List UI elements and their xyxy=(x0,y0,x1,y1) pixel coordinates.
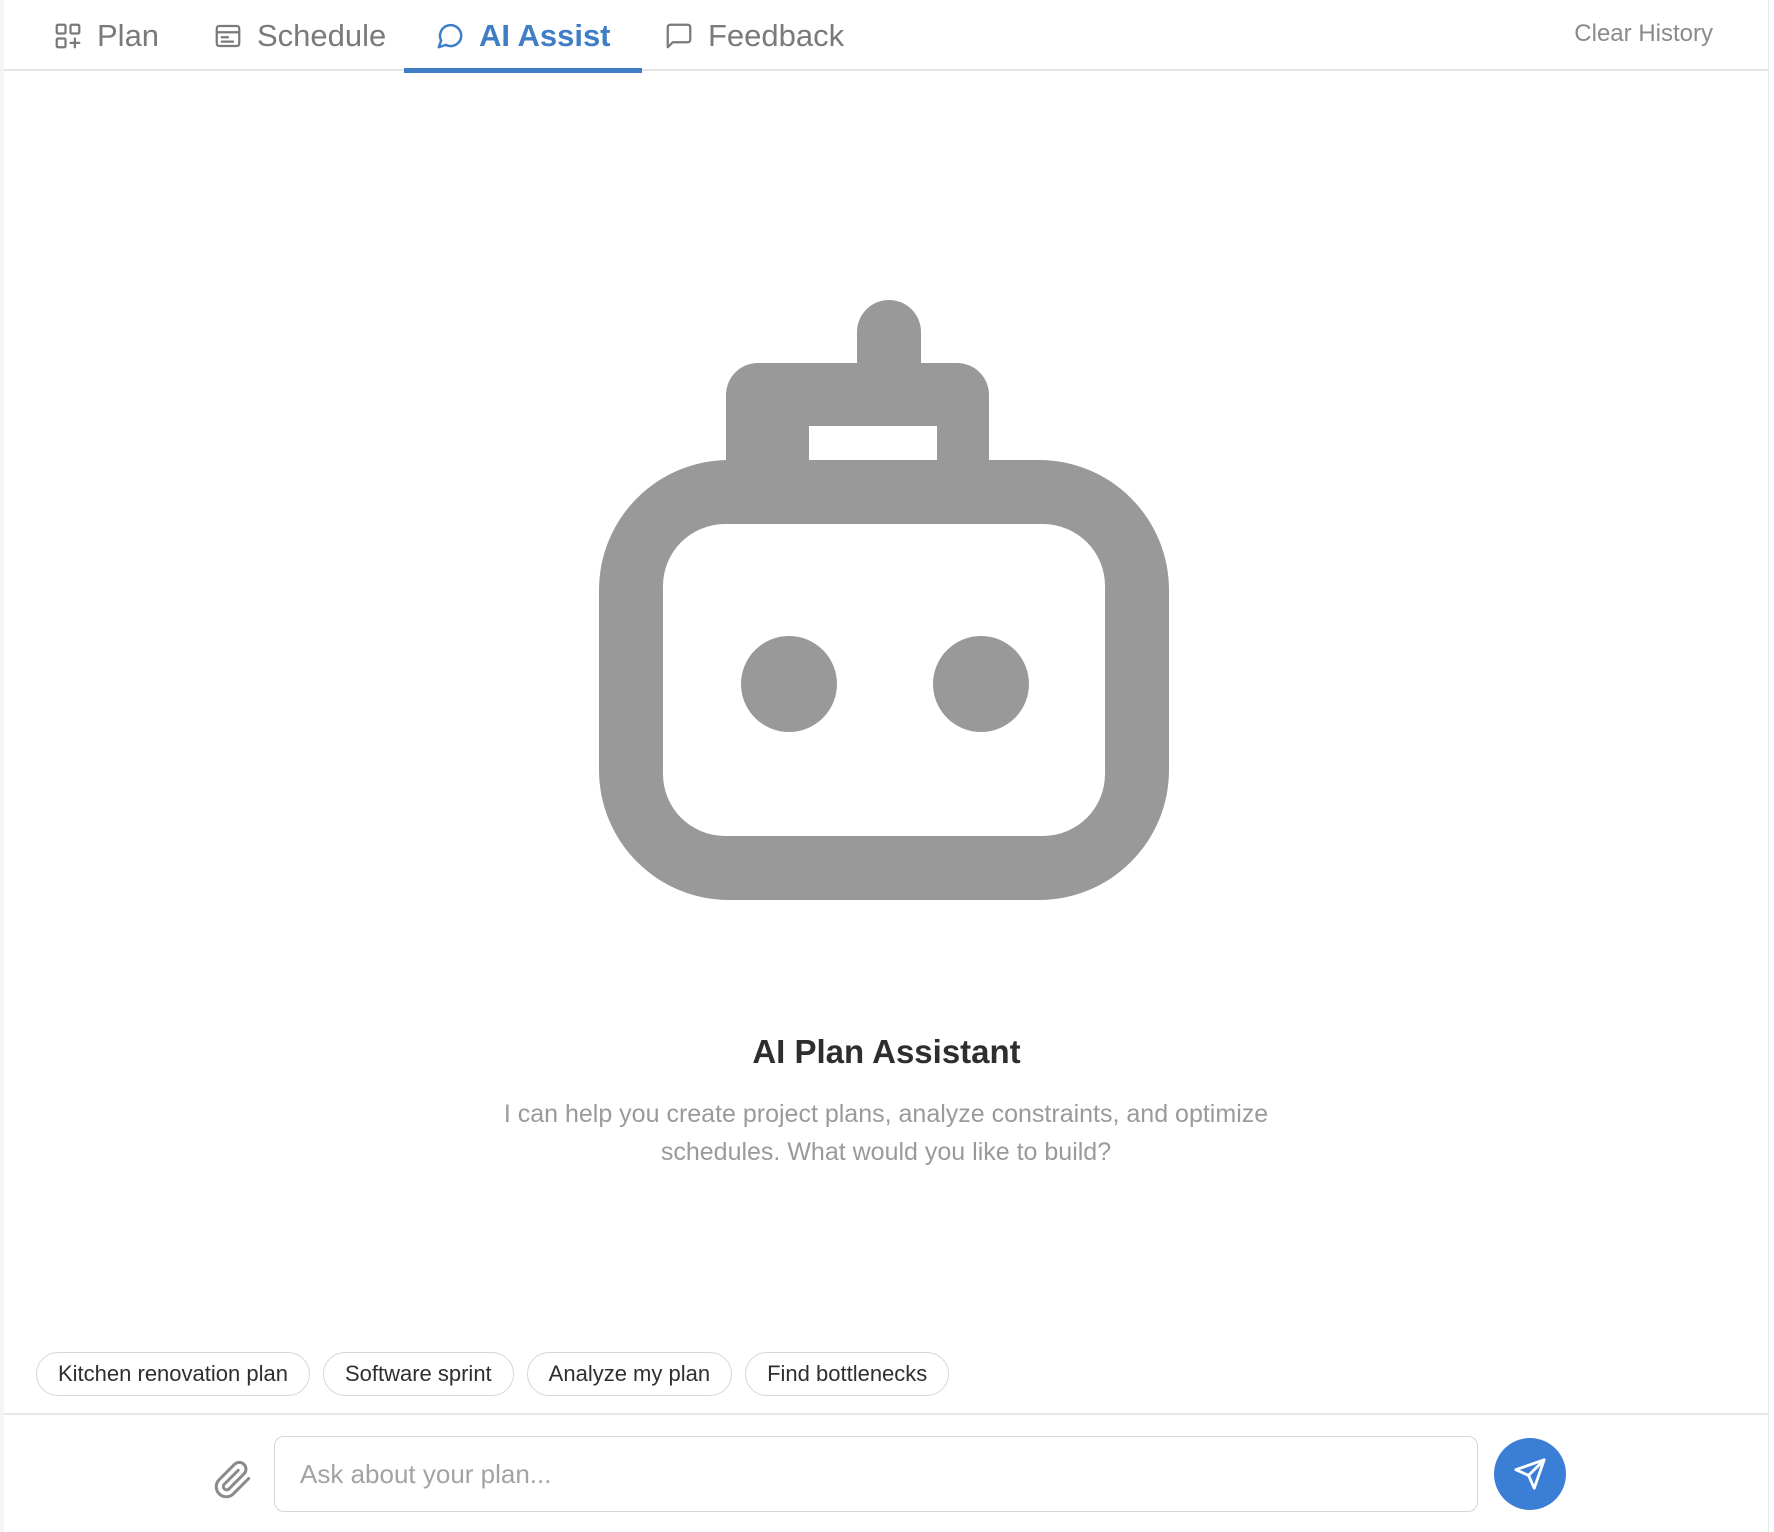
chat-input-placeholder: Ask about your plan... xyxy=(300,1458,552,1489)
tab-bar: Plan Schedule AI Assist Feedback Clear H… xyxy=(4,0,1768,73)
tab-feedback[interactable]: Feedback xyxy=(633,0,875,71)
grid-plus-icon xyxy=(53,21,83,51)
tab-ai-assist[interactable]: AI Assist xyxy=(404,0,642,73)
composer-divider xyxy=(4,1413,1768,1415)
chat-input[interactable]: Ask about your plan... xyxy=(274,1436,1478,1512)
suggestion-chips: Kitchen renovation plan Software sprint … xyxy=(36,1352,950,1396)
tab-schedule[interactable]: Schedule xyxy=(182,0,417,71)
robot-icon xyxy=(599,300,1169,900)
ai-assist-panel: Plan Schedule AI Assist Feedback Clear H… xyxy=(4,0,1769,1532)
suggestion-find-bottlenecks[interactable]: Find bottlenecks xyxy=(745,1352,950,1396)
tab-schedule-label: Schedule xyxy=(257,17,387,53)
tab-plan-label: Plan xyxy=(97,17,160,53)
tab-ai-assist-label: AI Assist xyxy=(479,17,611,53)
assistant-title: AI Plan Assistant xyxy=(752,1033,1021,1070)
assistant-description: I can help you create project plans, ana… xyxy=(503,1100,1269,1166)
chat-bubble-icon xyxy=(435,21,465,51)
calendar-table-icon xyxy=(213,21,243,51)
message-square-icon xyxy=(664,21,694,51)
send-button[interactable] xyxy=(1494,1438,1566,1510)
clear-history-button[interactable]: Clear History xyxy=(1574,20,1713,48)
tab-feedback-label: Feedback xyxy=(708,17,845,53)
suggestion-software-sprint[interactable]: Software sprint xyxy=(322,1352,514,1396)
suggestion-kitchen-renovation[interactable]: Kitchen renovation plan xyxy=(36,1352,310,1396)
send-icon xyxy=(1514,1458,1546,1490)
suggestion-analyze-plan[interactable]: Analyze my plan xyxy=(526,1352,733,1396)
tab-plan[interactable]: Plan xyxy=(22,0,190,71)
paperclip-icon[interactable] xyxy=(213,1460,253,1500)
